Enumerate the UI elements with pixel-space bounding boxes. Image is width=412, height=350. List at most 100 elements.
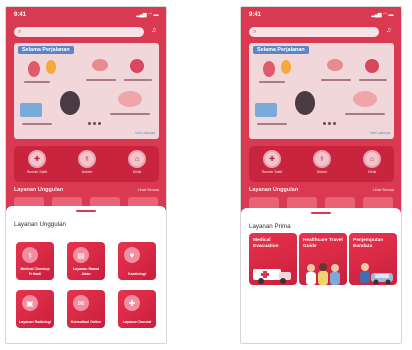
phone-screen-layanan-prima: 9:41 ▂▄▆ ◠ ▬ ⌕ ♫ Selama Perjalanan Info …	[240, 6, 402, 344]
prime-card-label: Healthcare Travel Guide	[303, 238, 343, 249]
illustration-figure	[46, 60, 56, 74]
tile-label: Konsultasi Online	[70, 319, 102, 324]
banner-text-line	[359, 79, 387, 81]
stethoscope-icon: ⚕	[22, 247, 38, 263]
hospital-icon: ✚	[28, 150, 46, 168]
search-icon: ⌕	[18, 29, 22, 35]
illustration-card	[20, 103, 42, 117]
service-tile-medical-checkup[interactable]: ⚕ Medical Checkup Pribadi	[16, 242, 54, 280]
quick-action-doctor[interactable]: ⚕ Dokter	[72, 150, 102, 174]
illustration-figure	[263, 61, 275, 77]
status-time: 9:41	[14, 12, 27, 18]
doctor-icon: ⚕	[78, 150, 96, 168]
quick-action-clinic[interactable]: ⌂ Klinik	[357, 150, 387, 174]
illustration-person	[60, 91, 80, 115]
doctor-icon: ⚕	[313, 150, 331, 168]
ambulance-art	[253, 269, 291, 284]
tile-label: Kardiologi	[128, 271, 146, 276]
illustration-handwash	[353, 91, 377, 107]
banner-title: Selama Perjalanan	[18, 46, 74, 54]
see-all-link[interactable]: Lihat Semua	[138, 188, 159, 192]
tile-label: Layanan Rawat Jalan	[72, 267, 100, 276]
tile-label: Layanan Darurat	[122, 319, 152, 324]
clipboard-icon: ▤	[73, 247, 89, 263]
wifi-icon: ◠	[383, 12, 387, 18]
tile-label: Layanan Radiologi	[19, 319, 51, 324]
quick-action-label: Klinik	[367, 170, 377, 174]
banner-text-line	[345, 113, 385, 115]
people-art	[306, 263, 340, 285]
sheet-title: Layanan Unggulan	[14, 221, 66, 228]
banner-pagination[interactable]	[88, 122, 101, 125]
illustration-figure	[28, 61, 40, 77]
wifi-icon: ◠	[148, 12, 152, 18]
signal-icon: ▂▄▆	[136, 12, 147, 18]
banner-more-link[interactable]: Info Lainnya	[135, 131, 155, 135]
banner-pagination[interactable]	[323, 122, 336, 125]
banner-text-line	[124, 79, 152, 81]
bell-icon[interactable]: ♫	[151, 27, 156, 34]
prime-card-travel-guide[interactable]: Healthcare Travel Guide	[299, 233, 347, 285]
prime-card-label: Penjemputan Bandara	[353, 238, 384, 249]
quick-actions-card: ✚ Rumah Sakit ⚕ Dokter ⌂ Klinik	[14, 146, 159, 182]
quick-action-label: Dokter	[81, 170, 93, 174]
service-tile-radiology[interactable]: ▣ Layanan Radiologi	[16, 290, 54, 328]
quick-action-label: Dokter	[316, 170, 328, 174]
promo-banner[interactable]: Selama Perjalanan Info Lainnya	[249, 43, 394, 139]
bottom-sheet: Layanan Unggulan ⚕ Medical Checkup Priba…	[6, 206, 166, 343]
quick-action-hospital[interactable]: ✚ Rumah Sakit	[22, 150, 52, 174]
illustration-handwash	[118, 91, 142, 107]
service-tile-cardiology[interactable]: ♥ Kardiologi	[118, 242, 156, 280]
banner-text-line	[321, 79, 351, 81]
battery-icon: ▬	[388, 12, 394, 18]
section-title: Layanan Unggulan	[14, 187, 64, 193]
illustration-figure	[281, 60, 291, 74]
hospital-icon: ✚	[263, 150, 281, 168]
banner-text-line	[110, 113, 150, 115]
quick-action-doctor[interactable]: ⚕ Dokter	[307, 150, 337, 174]
service-tile-online-consult[interactable]: ✉ Konsultasi Online	[67, 290, 105, 328]
phone-screen-layanan-unggulan: 9:41 ▂▄▆ ◠ ▬ ⌕ ♫ Selama Perjalanan Info …	[5, 6, 167, 344]
status-time: 9:41	[249, 12, 262, 18]
illustration-person	[295, 91, 315, 115]
bell-icon[interactable]: ♫	[386, 27, 391, 34]
sheet-handle[interactable]	[76, 210, 96, 212]
status-bar: 9:41 ▂▄▆ ◠ ▬	[6, 7, 166, 23]
search-input[interactable]: ⌕	[249, 27, 379, 37]
illustration-virus	[130, 59, 144, 73]
section-header: Layanan Unggulan Lihat Semua	[249, 187, 394, 193]
section-title: Layanan Unggulan	[249, 187, 299, 193]
banner-text-line	[259, 81, 285, 83]
section-header: Layanan Unggulan Lihat Semua	[14, 187, 159, 193]
banner-more-link[interactable]: Info Lainnya	[370, 131, 390, 135]
illustration-virus	[365, 59, 379, 73]
status-icons: ▂▄▆ ◠ ▬	[136, 12, 158, 18]
prime-card-medical-evacuation[interactable]: Medical Evacuation	[249, 233, 297, 285]
banner-text-line	[22, 123, 52, 125]
search-input[interactable]: ⌕	[14, 27, 144, 37]
ambulance-icon: ✚	[124, 295, 140, 311]
status-bar: 9:41 ▂▄▆ ◠ ▬	[241, 7, 401, 23]
see-all-link[interactable]: Lihat Semua	[373, 188, 394, 192]
sheet-title: Layanan Prima	[249, 223, 291, 230]
illustration-hands	[92, 59, 108, 71]
tile-label: Medical Checkup Pribadi	[20, 267, 50, 276]
service-tile-outpatient[interactable]: ▤ Layanan Rawat Jalan	[67, 242, 105, 280]
quick-action-label: Rumah Sakit	[261, 170, 283, 174]
illustration-hands	[327, 59, 343, 71]
prime-card-airport-pickup[interactable]: Penjemputan Bandara	[349, 233, 397, 285]
airport-art	[360, 263, 393, 285]
service-tile-emergency[interactable]: ✚ Layanan Darurat	[118, 290, 156, 328]
illustration-card	[255, 103, 277, 117]
quick-action-hospital[interactable]: ✚ Rumah Sakit	[257, 150, 287, 174]
status-icons: ▂▄▆ ◠ ▬	[371, 12, 393, 18]
chat-icon: ✉	[73, 295, 89, 311]
banner-title: Selama Perjalanan	[253, 46, 309, 54]
sheet-handle[interactable]	[311, 212, 331, 214]
banner-text-line	[24, 81, 50, 83]
prime-card-label: Medical Evacuation	[253, 238, 279, 249]
quick-action-clinic[interactable]: ⌂ Klinik	[122, 150, 152, 174]
clinic-icon: ⌂	[128, 150, 146, 168]
promo-banner[interactable]: Selama Perjalanan Info Lainnya	[14, 43, 159, 139]
search-icon: ⌕	[253, 29, 257, 35]
